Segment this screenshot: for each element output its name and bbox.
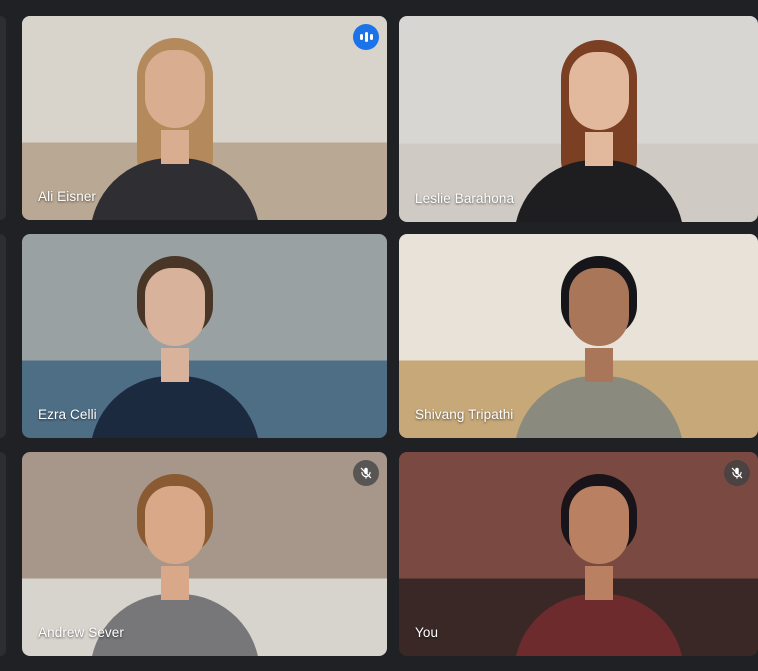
participant-neck bbox=[584, 348, 613, 382]
participant-face bbox=[568, 268, 629, 346]
participant-face bbox=[144, 50, 205, 128]
participant-neck bbox=[160, 566, 189, 600]
participant-name: Ezra Celli bbox=[38, 407, 97, 422]
participant-torso bbox=[513, 594, 684, 656]
participant-name: You bbox=[415, 625, 439, 640]
participant-name: Ali Eisner bbox=[38, 189, 97, 204]
participant-tile[interactable]: Andrew Sever bbox=[22, 452, 387, 656]
participant-tile[interactable]: You bbox=[399, 452, 758, 656]
participant-torso bbox=[513, 160, 684, 222]
participant-face bbox=[144, 486, 205, 564]
participant-name: Shivang Tripathi bbox=[415, 407, 514, 422]
participant-torso bbox=[89, 158, 260, 220]
participant-name: Andrew Sever bbox=[38, 625, 124, 640]
audio-level-icon bbox=[353, 24, 379, 50]
audio-bars bbox=[359, 32, 373, 42]
participant-neck bbox=[160, 130, 189, 164]
participant-tile[interactable]: Ali Eisner bbox=[22, 16, 387, 220]
participant-neck bbox=[160, 348, 189, 382]
mic-off-icon bbox=[724, 460, 750, 486]
participant-tile[interactable]: Shivang Tripathi bbox=[399, 234, 758, 438]
participant-tile[interactable]: Leslie Barahona bbox=[399, 16, 758, 222]
offscreen-tile-edge bbox=[0, 234, 6, 438]
participant-face bbox=[568, 52, 629, 130]
participant-torso bbox=[89, 376, 260, 438]
participant-face bbox=[144, 268, 205, 346]
participant-name: Leslie Barahona bbox=[415, 191, 515, 206]
participant-face bbox=[568, 486, 629, 564]
participant-tile[interactable]: Ezra Celli bbox=[22, 234, 387, 438]
offscreen-tile-edge bbox=[0, 16, 6, 220]
participant-neck bbox=[584, 566, 613, 600]
mic-off-icon bbox=[353, 460, 379, 486]
video-grid: Ali Eisner Leslie Barahona Ezra Celli Shiva… bbox=[0, 0, 758, 671]
offscreen-tile-edge bbox=[0, 452, 6, 656]
participant-video bbox=[399, 452, 758, 656]
participant-torso bbox=[513, 376, 684, 438]
participant-neck bbox=[584, 132, 613, 166]
